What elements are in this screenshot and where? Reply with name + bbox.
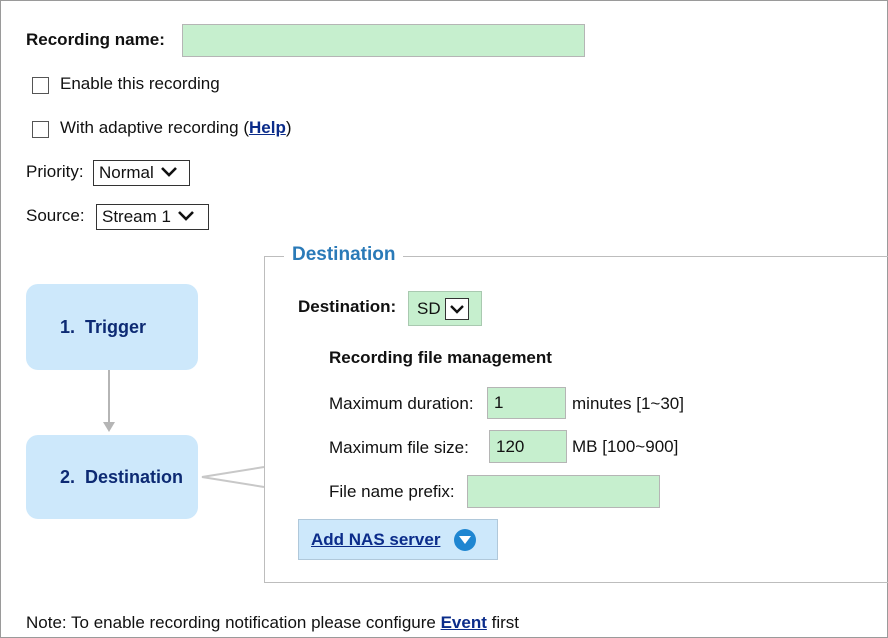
note-prefix: Note: To enable recording notification p… [26,613,441,632]
file-prefix-input[interactable] [467,475,660,508]
add-nas-server-button[interactable]: Add NAS server [298,519,498,560]
recording-name-label: Recording name: [26,30,165,49]
event-link[interactable]: Event [441,613,487,632]
max-filesize-label: Maximum file size: [329,438,469,457]
destination-select[interactable]: SD [408,291,482,326]
max-filesize-input[interactable] [489,430,567,463]
add-nas-server-label[interactable]: Add NAS server [311,530,440,550]
max-duration-unit: minutes [1~30] [572,394,684,413]
priority-select[interactable]: Normal [93,160,190,186]
recording-name-input[interactable] [182,24,585,57]
recording-settings-panel: Recording name: Enable this recording Wi… [0,0,888,638]
max-duration-input[interactable] [487,387,566,419]
adaptive-label-prefix: With adaptive recording ( [60,118,249,137]
step-pointer [201,466,265,488]
step-trigger[interactable]: 1. Trigger [26,284,198,370]
priority-label: Priority: [26,162,84,181]
note-suffix: first [486,613,519,632]
adaptive-recording-checkbox[interactable] [32,121,49,138]
help-link[interactable]: Help [249,118,286,137]
file-management-title: Recording file management [329,348,552,367]
priority-value: Normal [99,163,154,182]
enable-recording-label: Enable this recording [60,74,220,93]
destination-legend: Destination [284,244,404,266]
step-trigger-label: 1. Trigger [60,316,147,337]
chevron-down-icon [160,163,178,183]
step-connector-arrow [103,370,115,432]
chevron-down-icon [177,207,195,227]
max-filesize-unit: MB [100~900] [572,437,679,456]
enable-recording-checkbox[interactable] [32,77,49,94]
file-prefix-label: File name prefix: [329,482,455,501]
max-duration-label: Maximum duration: [329,394,474,413]
step-destination-label: 2. Destination [60,466,184,487]
circle-down-arrow-icon [454,528,477,551]
adaptive-label-suffix: ) [285,118,292,137]
step-destination[interactable]: 2. Destination [26,435,198,519]
source-label: Source: [26,206,85,225]
source-select[interactable]: Stream 1 [96,204,209,230]
adaptive-recording-label: With adaptive recording (Help) [60,118,292,138]
chevron-down-icon [444,297,469,320]
destination-value: SD [417,298,441,318]
destination-label: Destination: [298,297,397,316]
source-value: Stream 1 [102,207,171,226]
notification-note: Note: To enable recording notification p… [26,613,519,633]
